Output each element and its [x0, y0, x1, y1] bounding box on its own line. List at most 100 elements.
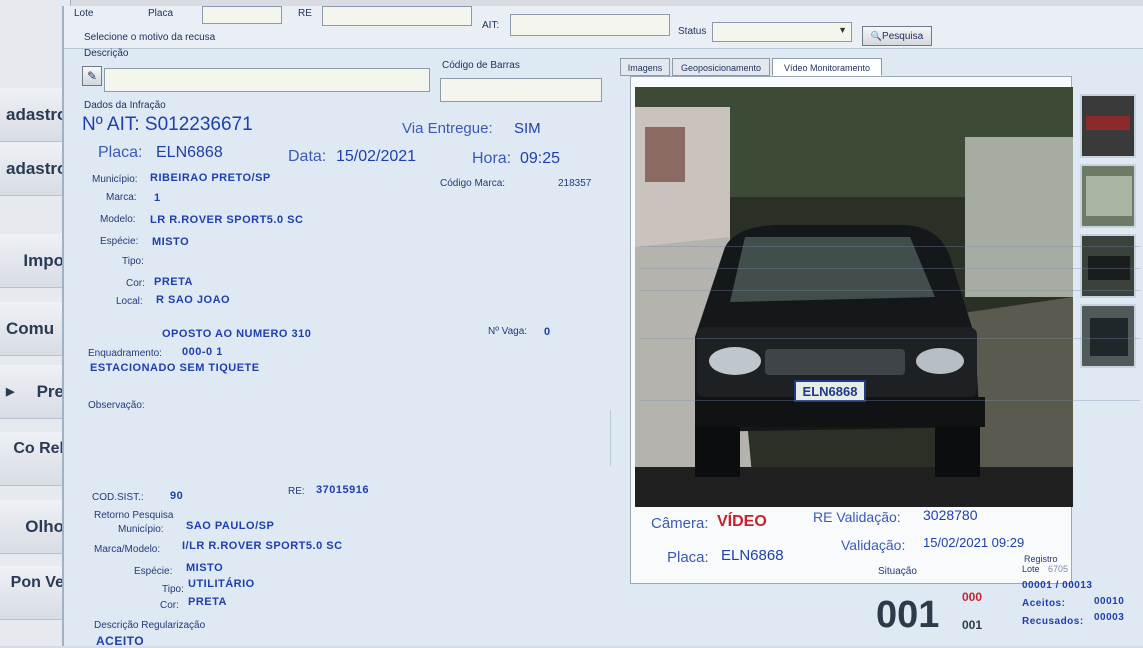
- registro-label: Registro: [1024, 554, 1058, 564]
- sidebar-item-label: Pre: [36, 382, 64, 401]
- situacao-small-code: 001: [962, 618, 983, 632]
- search-button-label: Pesquisa: [882, 31, 924, 42]
- registro-progress: 00001 / 00013: [1022, 580, 1093, 591]
- sidebar-item-label: adastro: [6, 105, 68, 124]
- sidebar-item-label: Impo: [23, 251, 64, 270]
- edit-icon[interactable]: ✎: [82, 66, 102, 86]
- enquadramento-desc: ESTACIONADO SEM TIQUETE: [90, 362, 260, 374]
- retorno-especie-label: Espécie:: [134, 566, 173, 577]
- sidebar-item-label: Olho: [25, 517, 64, 536]
- scanline: [640, 338, 1140, 339]
- tipo-label: Tipo:: [122, 256, 144, 267]
- placa-label: Placa:: [98, 144, 143, 161]
- infraction-section-label: Dados da Infração: [84, 100, 166, 111]
- recusados-label: Recusados:: [1022, 616, 1084, 627]
- filter-bar: Lote Placa RE AIT: Status ▼ 🔍Pesquisa Se…: [64, 6, 1143, 49]
- descricao-input[interactable]: [104, 68, 430, 92]
- re-filter-input[interactable]: [322, 6, 472, 26]
- re-validacao-label: RE Validação:: [813, 509, 901, 525]
- video-panel: ELN6868 Câmera: VÍDEO RE Validação: 3028…: [630, 76, 1073, 584]
- local-value: R SAO JOAO: [156, 294, 231, 306]
- vehicle-photo[interactable]: ELN6868: [635, 87, 1073, 507]
- data-value: 15/02/2021: [336, 148, 417, 165]
- situacao-code: 001: [876, 594, 940, 636]
- retorno-municipio-label: Município:: [118, 524, 164, 535]
- search-button[interactable]: 🔍Pesquisa: [862, 26, 932, 46]
- marca-value: 1: [154, 192, 161, 204]
- sidebar-item-ponto[interactable]: Pon Ve: [0, 566, 70, 620]
- hora-value: 09:25: [520, 150, 561, 167]
- re-validacao-value: 3028780: [923, 507, 978, 523]
- lote-stat-value: 6705: [1048, 564, 1069, 574]
- placa-value: ELN6868: [156, 144, 223, 161]
- sidebar-item-label: Co Rel: [13, 440, 64, 457]
- sidebar-item-label: Pon Ve: [10, 574, 64, 591]
- camera-label: Câmera:: [651, 515, 709, 532]
- sidebar-item-pre[interactable]: ▶ Pre: [0, 365, 70, 419]
- ait-filter-input[interactable]: [510, 14, 670, 36]
- barcode-input[interactable]: [440, 78, 602, 102]
- codigo-marca-value: 218357: [558, 178, 592, 189]
- sidebar-item-comunicacao[interactable]: Comu: [0, 302, 70, 356]
- hora-label: Hora:: [472, 150, 512, 167]
- local-extra: OPOSTO AO NUMERO 310: [162, 328, 312, 340]
- photo-placa-label: Placa:: [667, 549, 709, 566]
- sidebar-item-importar[interactable]: Impo: [0, 234, 70, 288]
- placa-filter-label: Placa: [148, 8, 174, 19]
- sidebar-item-olho[interactable]: Olho: [0, 500, 70, 554]
- thumbnail-image: [1086, 176, 1132, 216]
- lote-label: Lote: [74, 8, 94, 19]
- modelo-label: Modelo:: [100, 214, 136, 225]
- retorno-re-label: RE:: [288, 486, 305, 497]
- sidebar-item-relatorio[interactable]: Co Rel: [0, 432, 70, 486]
- retorno-marca-value: I/LR R.ROVER SPORT5.0 SC: [182, 540, 343, 552]
- barcode-label: Código de Barras: [442, 60, 520, 71]
- aceitos-value: 00010: [1094, 596, 1125, 607]
- chevron-down-icon: ▼: [838, 25, 847, 35]
- cod-sist-value: 90: [170, 490, 184, 502]
- recusados-value: 00003: [1094, 612, 1125, 623]
- plate-text: ELN6868: [803, 384, 858, 399]
- validation-window: Lote Placa RE AIT: Status ▼ 🔍Pesquisa Se…: [62, 6, 1143, 648]
- camera-value: VÍDEO: [717, 513, 767, 530]
- cor-label: Cor:: [126, 278, 145, 289]
- thumbnail-2[interactable]: [1080, 164, 1136, 228]
- placa-filter-input[interactable]: [202, 6, 282, 24]
- status-select[interactable]: ▼: [712, 22, 852, 42]
- local-label: Local:: [116, 296, 143, 307]
- tab-imagens[interactable]: Imagens: [620, 58, 670, 76]
- sidebar-item-label: Comu: [6, 319, 55, 338]
- via-entregue-label: Via Entregue:: [402, 120, 493, 137]
- validacao-label: Validação:: [841, 537, 906, 553]
- sidebar-item-cadastro-2[interactable]: adastro: [0, 142, 70, 196]
- arrow-right-icon: ▶: [6, 386, 15, 398]
- retorno-tipo-value: UTILITÁRIO: [188, 578, 255, 590]
- descricao-label: Descrição: [84, 48, 129, 59]
- municipio-label: Município:: [92, 174, 138, 185]
- observacao-scrollbar[interactable]: [610, 410, 621, 466]
- thumbnail-4[interactable]: [1080, 304, 1136, 368]
- via-entregue-value: SIM: [514, 120, 541, 137]
- scanline: [640, 400, 1140, 401]
- retorno-title: Retorno Pesquisa: [94, 510, 174, 521]
- scanline: [640, 268, 1140, 269]
- tab-video-monitoramento[interactable]: Vídeo Monitoramento: [772, 58, 882, 76]
- tab-geoposicionamento[interactable]: Geoposicionamento: [672, 58, 770, 76]
- retorno-tipo-label: Tipo:: [162, 584, 184, 595]
- marca-label: Marca:: [106, 192, 137, 203]
- retorno-marca-label: Marca/Modelo:: [94, 544, 161, 555]
- vaga-label: Nº Vaga:: [488, 326, 528, 337]
- situacao-red-code: 000: [962, 590, 983, 604]
- photo-placa-value: ELN6868: [721, 547, 784, 564]
- thumbnail-1[interactable]: [1080, 94, 1136, 158]
- re-filter-label: RE: [298, 8, 312, 19]
- enquadramento-label: Enquadramento:: [88, 348, 162, 359]
- scanline: [640, 290, 1140, 291]
- enquadramento-value: 000-0 1: [182, 346, 223, 358]
- regularizacao-label: Descrição Regularização: [94, 620, 206, 631]
- thumbnail-image: [1090, 318, 1128, 356]
- cor-value: PRETA: [154, 276, 193, 288]
- sidebar-item-label: adastro: [6, 159, 68, 178]
- thumbnail-3[interactable]: [1080, 234, 1136, 298]
- sidebar-item-cadastro-1[interactable]: adastro: [0, 88, 70, 142]
